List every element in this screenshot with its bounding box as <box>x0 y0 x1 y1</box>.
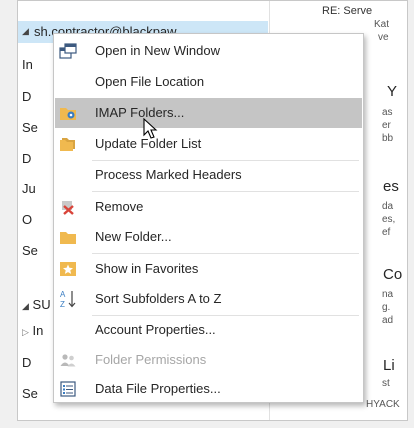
folder-inbox-2[interactable]: ▷ In <box>22 323 43 338</box>
menu-label: Open File Location <box>95 74 205 89</box>
message-snippet: Kat <box>374 19 390 30</box>
menu-sort-subfolders[interactable]: A Z Sort Subfolders A to Z <box>55 284 362 314</box>
message-snippet: g. <box>382 302 391 313</box>
message-snippet: ef <box>382 227 391 238</box>
menu-folder-permissions[interactable]: Folder Permissions <box>55 345 362 375</box>
folder-drafts-2[interactable]: D <box>22 355 31 370</box>
folder-inbox-2-label: In <box>32 323 44 338</box>
favorites-star-icon <box>58 259 78 279</box>
mouse-pointer-icon <box>143 118 158 139</box>
menu-label: Sort Subfolders A to Z <box>95 291 222 306</box>
menu-new-folder[interactable]: New Folder... <box>55 222 362 252</box>
message-subject[interactable]: RE: Serve <box>322 5 372 17</box>
menu-process-marked-headers[interactable]: Process Marked Headers <box>55 160 362 190</box>
expand-arrow-icon[interactable]: ▷ <box>22 327 29 337</box>
menu-label: Data File Properties... <box>95 381 221 396</box>
message-snippet: as <box>382 107 393 118</box>
message-snippet: HYACK <box>366 399 400 410</box>
message-sender[interactable]: es <box>383 178 399 195</box>
folder-inbox[interactable]: In <box>22 57 33 72</box>
update-folder-list-icon <box>58 134 78 154</box>
svg-text:Z: Z <box>60 300 65 309</box>
remove-account-icon <box>58 197 78 217</box>
message-snippet: ad <box>382 315 394 326</box>
folder-drafts[interactable]: D <box>22 89 31 104</box>
message-sender[interactable]: Li <box>383 357 395 374</box>
message-sender[interactable]: Y <box>387 83 397 100</box>
menu-label: Folder Permissions <box>95 352 207 367</box>
folder-sent[interactable]: Se <box>22 120 38 135</box>
menu-remove[interactable]: Remove <box>55 192 362 222</box>
data-file-properties-icon <box>58 379 78 399</box>
menu-account-properties[interactable]: Account Properties... <box>55 315 362 345</box>
folder-permissions-icon <box>58 350 78 370</box>
message-snippet: ve <box>378 32 389 43</box>
menu-label: New Folder... <box>95 229 172 244</box>
folder-deleted[interactable]: D <box>22 151 31 166</box>
message-snippet: st <box>382 378 390 389</box>
message-snippet: na <box>382 289 394 300</box>
new-folder-icon <box>58 227 78 247</box>
menu-label: Remove <box>95 199 144 214</box>
account-label-2: SU <box>32 297 51 312</box>
collapse-arrow-icon[interactable]: ◢ <box>22 26 29 37</box>
message-snippet: er <box>382 120 391 131</box>
folder-context-menu: Open in New Window Open File Location IM… <box>53 33 364 403</box>
message-snippet: bb <box>382 133 394 144</box>
menu-imap-folders[interactable]: IMAP Folders... <box>55 98 362 128</box>
svg-text:A: A <box>60 290 66 299</box>
menu-label: Account Properties... <box>95 322 216 337</box>
menu-data-file-properties[interactable]: Data File Properties... <box>55 374 362 404</box>
message-snippet: da <box>382 201 394 212</box>
menu-label: Process Marked Headers <box>95 167 242 182</box>
message-snippet: es, <box>382 214 396 225</box>
folder-sent-2[interactable]: Se <box>22 386 38 401</box>
sort-az-icon: A Z <box>58 289 78 309</box>
menu-label: Open in New Window <box>95 43 220 58</box>
collapse-arrow-icon[interactable]: ◢ <box>22 301 29 311</box>
imap-folders-icon <box>58 103 78 123</box>
new-window-icon <box>58 41 78 61</box>
menu-show-in-favorites[interactable]: Show in Favorites <box>55 254 362 284</box>
menu-label: IMAP Folders... <box>95 105 185 120</box>
folder-outbox[interactable]: O <box>22 212 32 227</box>
menu-open-file-location[interactable]: Open File Location <box>55 67 362 97</box>
account-row-2[interactable]: ◢ SU <box>22 297 51 312</box>
menu-update-folder-list[interactable]: Update Folder List <box>55 129 362 159</box>
folder-junk[interactable]: Ju <box>22 181 36 196</box>
message-sender[interactable]: Co <box>383 266 402 283</box>
folder-search[interactable]: Se <box>22 243 38 258</box>
menu-label: Show in Favorites <box>95 261 199 276</box>
menu-open-in-new-window[interactable]: Open in New Window <box>55 36 362 66</box>
